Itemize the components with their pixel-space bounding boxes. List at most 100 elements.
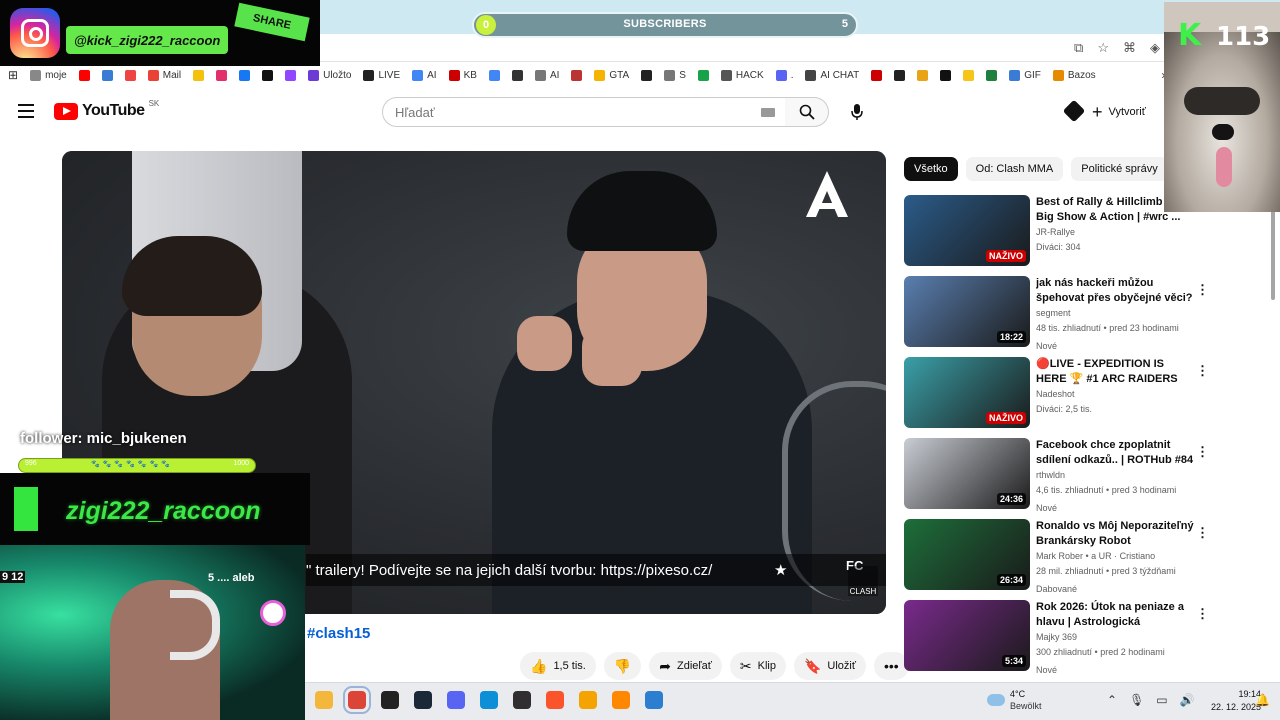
bookmark-item[interactable]: AI xyxy=(412,69,437,81)
recommendation-title[interactable]: 🔴LIVE - EXPEDITION IS HERE 🏆 #1 ARC RAID… xyxy=(1036,357,1194,387)
bookmark-item[interactable]: moje xyxy=(30,69,67,81)
bookmark-item[interactable] xyxy=(285,69,297,81)
extension-icon[interactable]: ◈ xyxy=(1150,40,1160,56)
bookmark-item[interactable]: Bazos xyxy=(1052,69,1096,81)
bookmark-item[interactable] xyxy=(940,69,952,81)
bookmark-item[interactable]: GTA xyxy=(594,69,629,81)
bookmark-item[interactable] xyxy=(193,69,205,81)
recommendation-item[interactable]: NAŽIVO Best of Rally & Hillclimb 2025 Big… xyxy=(904,195,1204,276)
filter-chip[interactable]: Politické správy xyxy=(1071,157,1168,181)
epic-games-icon[interactable] xyxy=(381,691,399,709)
search-input[interactable]: Hľadať xyxy=(382,97,786,127)
app-icon[interactable] xyxy=(579,691,597,709)
bookmark-item[interactable]: GIF xyxy=(1009,69,1041,81)
video-thumbnail[interactable]: 5:34 xyxy=(904,600,1030,671)
file-explorer-icon[interactable] xyxy=(315,691,333,709)
video-thumbnail[interactable]: 18:22 xyxy=(904,276,1030,347)
bookmark-item[interactable] xyxy=(963,69,975,81)
obs-icon[interactable] xyxy=(513,691,531,709)
bookmark-item[interactable] xyxy=(571,69,583,81)
vlc-icon[interactable] xyxy=(612,691,630,709)
bookmark-item[interactable] xyxy=(239,69,251,81)
network-icon[interactable]: ▭ xyxy=(1156,693,1167,707)
video-thumbnail[interactable]: 26:34 xyxy=(904,519,1030,590)
bookmark-item[interactable]: Mail xyxy=(147,69,181,81)
bookmark-item[interactable] xyxy=(894,69,906,81)
recommendation-item[interactable]: NAŽIVO 🔴LIVE - EXPEDITION IS HERE 🏆 #1 AR… xyxy=(904,357,1209,438)
recommendation-title[interactable]: Rok 2026: Útok na peniaze a hlavu | Astr… xyxy=(1036,600,1194,630)
recommendation-item[interactable]: 18:22 jak nás hackeři můžou špehovat přes… xyxy=(904,276,1209,357)
weather-widget[interactable]: 4°C Bewölkt xyxy=(987,688,1042,712)
search-button[interactable] xyxy=(785,97,829,127)
create-button[interactable]: + Vytvoriť xyxy=(1092,98,1146,126)
filter-chip[interactable]: Od: Clash MMA xyxy=(965,157,1064,181)
bookmark-item[interactable] xyxy=(697,69,709,81)
bookmark-item[interactable] xyxy=(78,69,90,81)
channel-name[interactable]: Mark Rober • a UR · Cristiano xyxy=(1036,549,1194,564)
video-thumbnail[interactable]: 24:36 xyxy=(904,438,1030,509)
edge-icon[interactable] xyxy=(480,691,498,709)
recommendation-title[interactable]: Facebook chce zpoplatnit sdílení odkazů.… xyxy=(1036,438,1194,468)
bookmark-item[interactable]: S xyxy=(664,69,686,81)
channel-name[interactable]: Nadeshot xyxy=(1036,387,1194,402)
bookmark-item[interactable]: HACK xyxy=(720,69,764,81)
bookmark-item[interactable] xyxy=(124,69,136,81)
channel-name[interactable]: segment xyxy=(1036,306,1194,321)
translate-icon[interactable]: ⌘ xyxy=(1123,40,1136,56)
bookmark-item[interactable]: LIVE xyxy=(363,69,400,81)
bookmark-star-icon[interactable]: ☆ xyxy=(1097,40,1109,56)
thumbs-down-button[interactable]: 👎 xyxy=(603,652,642,680)
bookmark-item[interactable]: Uložto xyxy=(308,69,351,81)
keyboard-icon[interactable] xyxy=(761,108,775,117)
more-options-icon[interactable]: ⋮ xyxy=(1196,444,1209,460)
taskbar-clock[interactable]: 19:14 22. 12. 2025 xyxy=(1211,688,1261,714)
more-options-icon[interactable]: ⋮ xyxy=(1196,606,1209,622)
video-hashtag[interactable]: #clash15 xyxy=(307,625,370,642)
channel-name[interactable]: Majky 369 xyxy=(1036,630,1194,645)
save-button[interactable]: 🔖 Uložiť xyxy=(793,652,866,680)
menu-icon[interactable] xyxy=(18,104,34,118)
bookmark-item[interactable] xyxy=(101,69,113,81)
discord-icon[interactable] xyxy=(447,691,465,709)
scissors-button[interactable]: ✂ Klip xyxy=(729,652,786,680)
recommendation-item[interactable]: 26:34 Ronaldo vs Môj Neporaziteľný Branká… xyxy=(904,519,1209,600)
chrome-icon[interactable] xyxy=(343,686,371,714)
video-thumbnail[interactable]: NAŽIVO xyxy=(904,357,1030,428)
filter-chip[interactable]: Všetko xyxy=(904,157,958,181)
recommendation-item[interactable]: 5:34 Rok 2026: Útok na peniaze a hlavu | … xyxy=(904,600,1209,681)
bookmark-item[interactable]: AI xyxy=(534,69,559,81)
bookmark-item[interactable] xyxy=(986,69,998,81)
youtube-logo[interactable]: YouTube SK xyxy=(54,99,159,120)
recommendation-title[interactable]: Ronaldo vs Môj Neporaziteľný Brankársky … xyxy=(1036,519,1194,549)
bookmark-item[interactable] xyxy=(216,69,228,81)
apps-grid-icon[interactable]: ⊞ xyxy=(8,68,18,82)
channel-name[interactable]: JR-Rallye xyxy=(1036,225,1194,240)
bookmark-item[interactable]: KB xyxy=(448,69,477,81)
bookmark-item[interactable]: AI CHAT xyxy=(805,69,859,81)
bookmark-item[interactable] xyxy=(917,69,929,81)
brave-icon[interactable] xyxy=(546,691,564,709)
voice-search-button[interactable] xyxy=(841,97,873,127)
recommendation-title[interactable]: jak nás hackeři můžou špehovat přes obyč… xyxy=(1036,276,1194,306)
bookmark-item[interactable] xyxy=(488,69,500,81)
volume-icon[interactable]: 🔊 xyxy=(1180,693,1195,707)
bookmark-item[interactable] xyxy=(262,69,274,81)
window-icon[interactable] xyxy=(645,691,663,709)
scrollbar-thumb[interactable] xyxy=(1271,210,1275,300)
channel-name[interactable]: rthwldn xyxy=(1036,468,1194,483)
microphone-tray-icon[interactable]: 🎙 xyxy=(1129,693,1144,707)
chevron-up-icon[interactable]: ⌃ xyxy=(1107,693,1117,707)
more-options-icon[interactable]: ⋮ xyxy=(1196,282,1209,298)
thumbs-up-button[interactable]: 👍 1,5 tis. xyxy=(520,652,596,680)
share-button[interactable]: ➦ Zdieľať xyxy=(649,652,722,680)
bookmark-item[interactable] xyxy=(511,69,523,81)
bookmark-item[interactable] xyxy=(871,69,883,81)
video-thumbnail[interactable]: NAŽIVO xyxy=(904,195,1030,266)
bookmark-item[interactable] xyxy=(641,69,653,81)
more-options-icon[interactable]: ⋮ xyxy=(1196,363,1209,379)
page-scrollbar[interactable] xyxy=(1268,200,1278,680)
install-icon[interactable]: ⧉ xyxy=(1074,40,1083,56)
more-options-icon[interactable]: ⋮ xyxy=(1196,525,1209,541)
bookmark-item[interactable]: . xyxy=(775,69,793,81)
notification-icon[interactable]: 🔔 xyxy=(1255,693,1270,707)
